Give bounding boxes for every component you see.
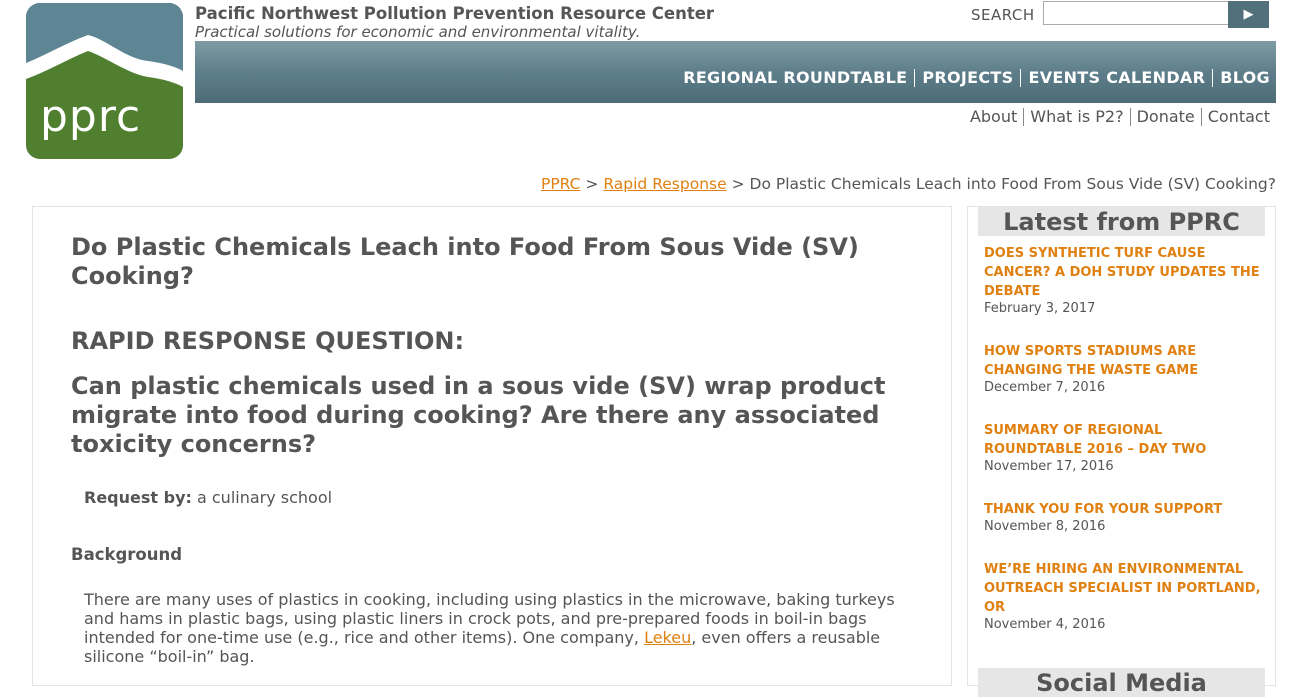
news-item: THANK YOU FOR YOUR SUPPORT November 8, 2… [984,500,1264,535]
nav-what-is-p2[interactable]: What is P2? [1023,108,1129,126]
sidebar-title: Latest from PPRC [978,207,1265,236]
nav-blog[interactable]: BLOG [1212,69,1270,87]
news-item: WE’RE HIRING AN ENVIRONMENTAL OUTREACH S… [984,560,1264,633]
nav-regional-roundtable[interactable]: REGIONAL ROUNDTABLE [676,69,914,87]
logo-text: pprc [40,91,142,142]
request-by: Request by: a culinary school [84,488,332,507]
search-submit-button[interactable]: ▶ [1228,1,1269,28]
news-item-date: December 7, 2016 [984,380,1106,395]
main-nav-bar: REGIONAL ROUNDTABLE PROJECTS EVENTS CALE… [195,41,1276,103]
nav-events-calendar[interactable]: EVENTS CALENDAR [1020,69,1212,87]
rapid-response-heading: RAPID RESPONSE QUESTION: [71,327,465,355]
lekeu-link[interactable]: Lekeu [644,628,691,647]
news-item-title[interactable]: THANK YOU FOR YOUR SUPPORT [984,500,1264,519]
news-item-title[interactable]: HOW SPORTS STADIUMS ARE CHANGING THE WAS… [984,342,1264,380]
breadcrumb: PPRC > Rapid Response > Do Plastic Chemi… [541,175,1276,193]
news-item: SUMMARY OF REGIONAL ROUNDTABLE 2016 – DA… [984,421,1264,475]
nav-contact[interactable]: Contact [1200,108,1270,126]
breadcrumb-separator: > [585,175,599,193]
request-value: a culinary school [196,488,333,507]
breadcrumb-home-link[interactable]: PPRC [541,175,581,193]
search-label: SEARCH [971,6,1035,24]
background-heading: Background [71,545,183,564]
news-item: HOW SPORTS STADIUMS ARE CHANGING THE WAS… [984,342,1264,396]
news-item: DOES SYNTHETIC TURF CAUSE CANCER? A DOH … [984,244,1264,317]
news-item-title[interactable]: DOES SYNTHETIC TURF CAUSE CANCER? A DOH … [984,244,1264,301]
news-item-date: November 8, 2016 [984,519,1106,534]
search-input[interactable] [1043,1,1229,25]
sidebar-social-title: Social Media [978,668,1265,697]
question-text: Can plastic chemicals used in a sous vid… [71,372,886,458]
secondary-nav: About What is P2? Donate Contact [964,108,1270,126]
site-name: Pacific Northwest Pollution Prevention R… [195,4,715,23]
news-item-title[interactable]: SUMMARY OF REGIONAL ROUNDTABLE 2016 – DA… [984,421,1264,459]
nav-projects[interactable]: PROJECTS [914,69,1020,87]
nav-about[interactable]: About [964,108,1023,126]
page-title: Do Plastic Chemicals Leach into Food Fro… [71,233,859,290]
pprc-logo[interactable]: pprc [26,3,183,159]
breadcrumb-current: Do Plastic Chemicals Leach into Food Fro… [749,175,1276,193]
request-label: Request by: [84,488,192,507]
news-item-date: February 3, 2017 [984,301,1096,316]
nav-donate[interactable]: Donate [1129,108,1201,126]
news-item-date: November 17, 2016 [984,459,1114,474]
news-item-title[interactable]: WE’RE HIRING AN ENVIRONMENTAL OUTREACH S… [984,560,1264,617]
breadcrumb-separator: > [731,175,745,193]
site-tagline: Practical solutions for economic and env… [195,23,641,41]
play-arrow-icon: ▶ [1243,7,1254,22]
background-paragraph: There are many uses of plastics in cooki… [84,590,914,666]
news-item-date: November 4, 2016 [984,617,1106,632]
main-nav: REGIONAL ROUNDTABLE PROJECTS EVENTS CALE… [676,69,1270,87]
breadcrumb-section-link[interactable]: Rapid Response [603,175,726,193]
